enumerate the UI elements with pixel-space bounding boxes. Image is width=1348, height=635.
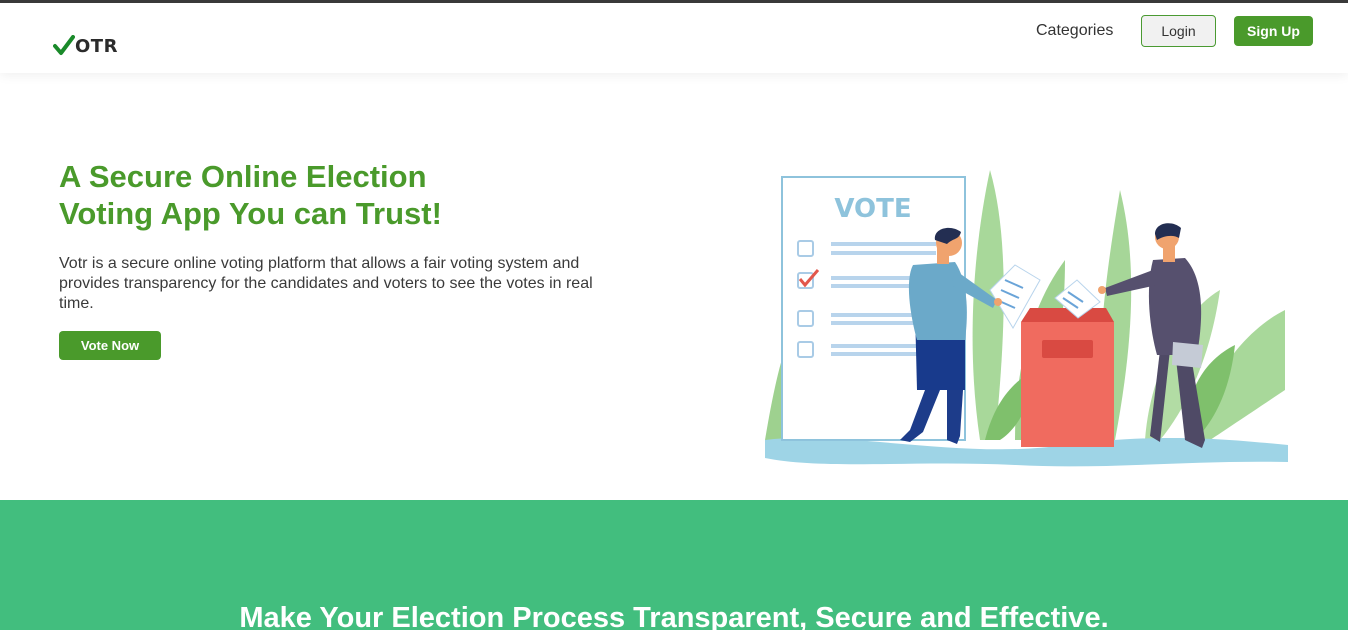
logo-text: OTR [75,35,118,57]
band-title: Make Your Election Process Transparent, … [239,602,1109,634]
nav-categories-link[interactable]: Categories [1036,22,1113,40]
vote-now-button[interactable]: Vote Now [59,331,161,360]
logo[interactable]: OTR [53,35,118,57]
signup-button[interactable]: Sign Up [1234,16,1313,46]
hero-title-line-1: A Secure Online Election [59,159,427,194]
hero-title-line-2: Voting App You can Trust! [59,196,442,231]
login-button[interactable]: Login [1141,15,1216,47]
hero-title: A Secure Online Election Voting App You … [59,158,619,232]
navbar: OTR Categories Login Sign Up [0,3,1348,73]
ballot-header: VOTE [834,194,911,224]
hero-description: Votr is a secure online voting platform … [59,255,593,312]
ballot-box [1021,308,1114,447]
voting-illustration: VOTE [765,170,1288,467]
checkmark-icon [53,35,75,55]
